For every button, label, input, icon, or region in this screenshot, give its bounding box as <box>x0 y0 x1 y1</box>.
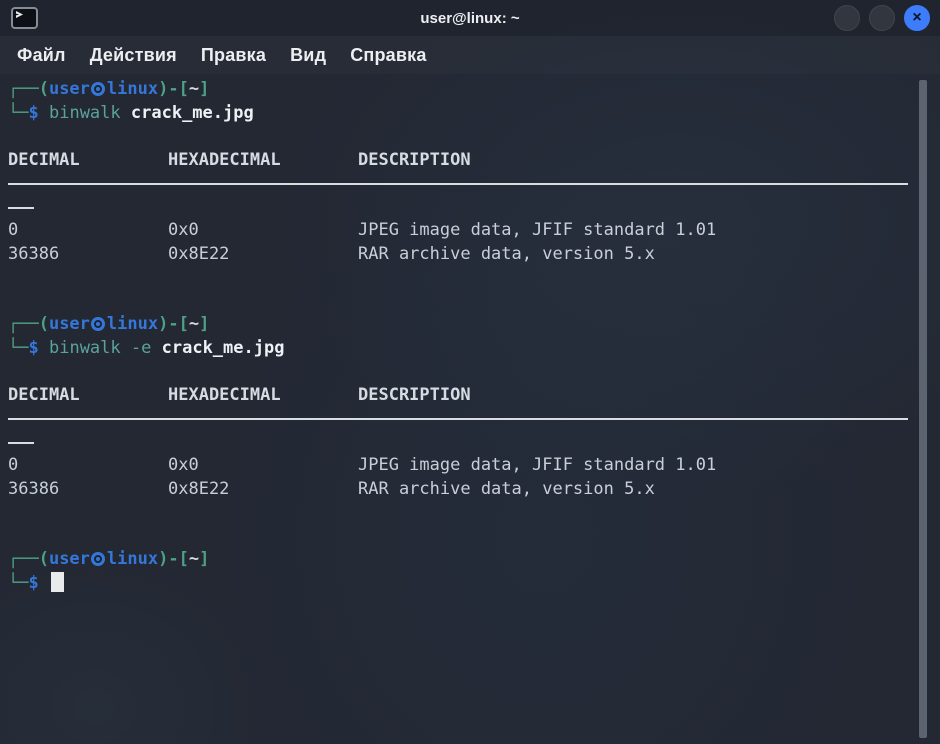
current-prompt-line: └─$ <box>8 572 940 596</box>
cell-decimal: 0 <box>8 219 168 243</box>
prompt-user: user <box>49 314 90 334</box>
prompt-frame: └─ <box>8 573 28 593</box>
cell-decimal: 36386 <box>8 478 168 502</box>
kali-at-symbol-icon <box>91 82 105 96</box>
kali-at-symbol-core <box>94 85 102 93</box>
terminal-app-icon <box>11 7 38 29</box>
cell-decimal: 36386 <box>8 243 168 267</box>
menu-edit[interactable]: Правка <box>201 45 266 66</box>
header-description: DESCRIPTION <box>358 150 471 170</box>
prompt-line-top: ┌──(user linux)-[~] <box>8 78 940 102</box>
header-decimal: DECIMAL <box>8 384 168 408</box>
cell-description: RAR archive data, version 5.x <box>358 244 655 264</box>
maximize-button[interactable] <box>869 5 895 31</box>
prompt-user: user <box>49 79 90 99</box>
prompt-line-top: ┌──(user linux)-[~] <box>8 313 940 337</box>
terminal-prompt-glyph-icon <box>16 11 23 18</box>
menu-actions[interactable]: Действия <box>90 45 177 66</box>
prompt-dollar: $ <box>28 338 38 358</box>
table-row: 363860x8E22RAR archive data, version 5.x <box>8 243 940 267</box>
prompt-path: ~ <box>189 549 199 569</box>
table-header-row: DECIMALHEXADECIMALDESCRIPTION <box>8 384 940 408</box>
prompt-frame: ] <box>199 314 209 334</box>
menu-view[interactable]: Вид <box>290 45 326 66</box>
minimize-button[interactable] <box>834 5 860 31</box>
prompt-frame: └─ <box>8 338 28 358</box>
table-row: 363860x8E22RAR archive data, version 5.x <box>8 478 940 502</box>
kali-at-symbol-icon <box>91 317 105 331</box>
prompt-frame: ┌──( <box>8 314 49 334</box>
cell-hexadecimal: 0x0 <box>168 454 358 478</box>
cell-hexadecimal: 0x0 <box>168 219 358 243</box>
table-header-row: DECIMALHEXADECIMALDESCRIPTION <box>8 149 940 173</box>
prompt-host: linux <box>107 549 158 569</box>
window-title: user@linux: ~ <box>0 0 940 36</box>
prompt-frame: ] <box>199 79 209 99</box>
cell-hexadecimal: 0x8E22 <box>168 478 358 502</box>
kali-at-symbol-icon <box>91 552 105 566</box>
prompt-host: linux <box>107 314 158 334</box>
header-hexadecimal: HEXADECIMAL <box>168 384 358 408</box>
prompt-dollar: $ <box>28 573 38 593</box>
table-separator <box>8 172 940 196</box>
prompt-frame: ┌──( <box>8 549 49 569</box>
menu-help[interactable]: Справка <box>350 45 426 66</box>
scrollbar[interactable] <box>919 80 927 738</box>
table-row: 00x0JPEG image data, JFIF standard 1.01 <box>8 219 940 243</box>
menu-file[interactable]: Файл <box>17 45 66 66</box>
table-separator-wrap <box>8 196 940 220</box>
header-decimal: DECIMAL <box>8 149 168 173</box>
close-icon: × <box>912 10 921 26</box>
prompt-path: ~ <box>189 79 199 99</box>
command-option: -e <box>131 338 151 358</box>
prompt-path: ~ <box>189 314 199 334</box>
window-controls: × <box>834 5 930 31</box>
header-description: DESCRIPTION <box>358 385 471 405</box>
command-program: binwalk <box>49 103 121 123</box>
close-button[interactable]: × <box>904 5 930 31</box>
table-separator-wrap <box>8 431 940 455</box>
prompt-frame: └─ <box>8 103 28 123</box>
menu-bar: Файл Действия Правка Вид Справка <box>0 36 940 74</box>
header-hexadecimal: HEXADECIMAL <box>168 149 358 173</box>
prompt-line-top: ┌──(user linux)-[~] <box>8 548 940 572</box>
cell-hexadecimal: 0x8E22 <box>168 243 358 267</box>
prompt-frame: )-[ <box>158 314 189 334</box>
command-line: └─$ binwalk crack_me.jpg <box>8 102 940 126</box>
prompt-frame: )-[ <box>158 549 189 569</box>
table-row: 00x0JPEG image data, JFIF standard 1.01 <box>8 454 940 478</box>
prompt-host: linux <box>107 79 158 99</box>
prompt-user: user <box>49 549 90 569</box>
terminal-content[interactable]: ┌──(userlinux)-[~] └─$ binwalk crack_me.… <box>0 74 940 744</box>
command-program: binwalk <box>49 338 121 358</box>
cell-description: JPEG image data, JFIF standard 1.01 <box>358 220 716 240</box>
terminal-cursor <box>51 572 64 592</box>
cell-decimal: 0 <box>8 454 168 478</box>
prompt-frame: ┌──( <box>8 79 49 99</box>
prompt-frame: )-[ <box>158 79 189 99</box>
kali-at-symbol-core <box>94 320 102 328</box>
title-bar: user@linux: ~ × <box>0 0 940 36</box>
command-line: └─$ binwalk -e crack_me.jpg <box>8 337 940 361</box>
cell-description: JPEG image data, JFIF standard 1.01 <box>358 455 716 475</box>
kali-at-symbol-core <box>94 555 102 563</box>
prompt-frame: ] <box>199 549 209 569</box>
cell-description: RAR archive data, version 5.x <box>358 479 655 499</box>
prompt-dollar: $ <box>28 103 38 123</box>
table-separator <box>8 407 940 431</box>
command-argument: crack_me.jpg <box>162 338 285 358</box>
command-argument: crack_me.jpg <box>131 103 254 123</box>
